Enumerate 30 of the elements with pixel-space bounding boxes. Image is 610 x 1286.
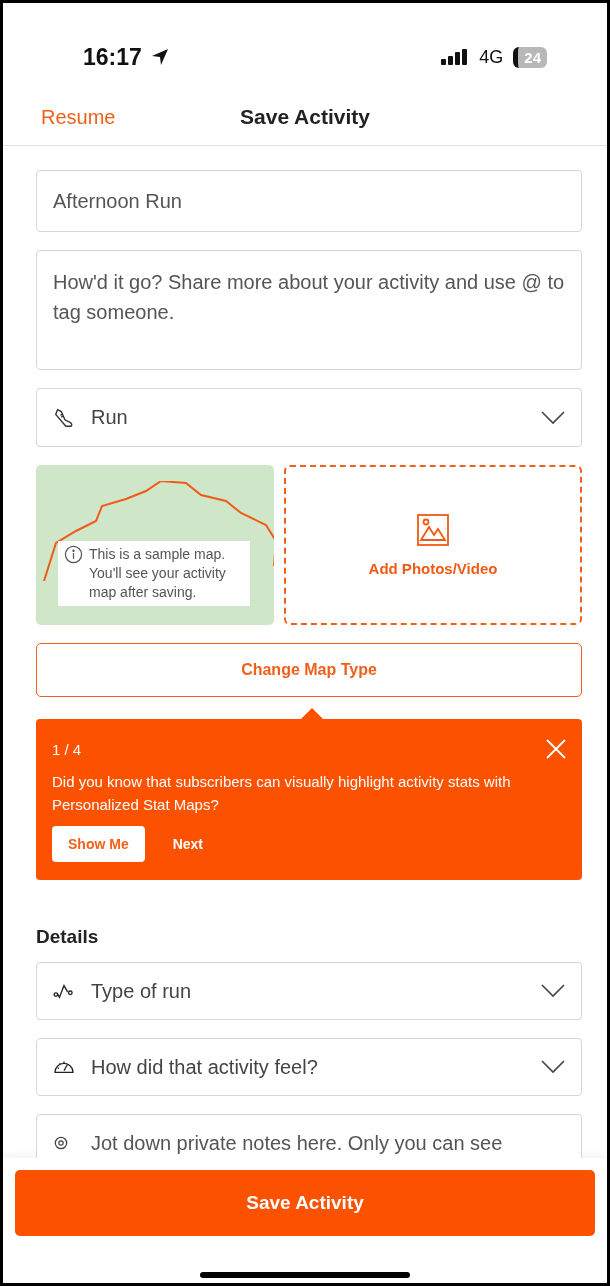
battery-indicator: 24 (513, 46, 547, 68)
chevron-down-icon (541, 1060, 565, 1074)
title-input-field[interactable]: Afternoon Run (36, 170, 582, 232)
tip-step-counter: 1 / 4 (52, 740, 82, 758)
shoe-icon (53, 406, 75, 429)
feel-select[interactable]: How did that activity feel? (36, 1038, 582, 1096)
image-icon (417, 513, 449, 546)
chevron-down-icon (541, 984, 565, 998)
screen-title: Save Activity (240, 105, 370, 129)
save-activity-button[interactable]: Save Activity (15, 1170, 595, 1236)
network-type: 4G (479, 46, 504, 68)
close-icon[interactable] (546, 739, 566, 759)
sport-select[interactable]: Run (36, 388, 582, 447)
info-icon (64, 545, 83, 564)
status-time: 16:17 (83, 43, 142, 71)
details-heading: Details (36, 926, 100, 948)
notes-input-field[interactable]: Jot down private notes here. Only you can see (36, 1114, 582, 1158)
run-type-select[interactable]: Type of run (36, 962, 582, 1020)
resume-button[interactable]: Resume (41, 105, 116, 129)
next-button[interactable]: Next (172, 836, 204, 852)
chevron-down-icon (541, 410, 565, 425)
target-icon (54, 1136, 68, 1150)
change-map-type-button[interactable]: Change Map Type (36, 643, 582, 697)
description-input-field[interactable]: How'd it go? Share more about your activity and use @ to tag someone. (36, 250, 582, 370)
tip-text: Did you know that subscribers can visually highlight activity stats with Personalized Stat Maps? (52, 772, 512, 815)
add-photos-button[interactable]: Add Photos/Video (284, 465, 582, 625)
sample-map-note: This is a sample map. You'll see your activity map after saving. (89, 545, 227, 602)
signal-icon (441, 49, 470, 65)
workout-line-icon (53, 982, 75, 1000)
show-me-button[interactable]: Show Me (52, 826, 145, 862)
